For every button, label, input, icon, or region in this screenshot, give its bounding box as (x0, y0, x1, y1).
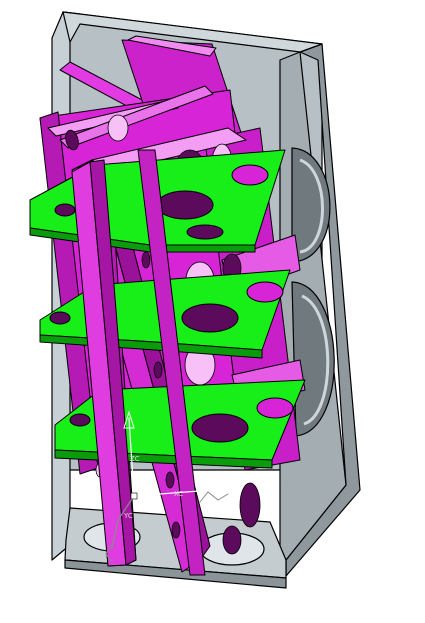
model-view[interactable] (0, 0, 425, 623)
hole (141, 251, 151, 269)
tray-3-hole (256, 397, 294, 419)
tray-2-hole (181, 303, 239, 333)
hole (165, 471, 175, 489)
triad-x-label: XC (174, 490, 184, 498)
tray-2-hole (246, 281, 284, 303)
tray-3-hole (191, 413, 249, 443)
tray-1-hole (156, 190, 214, 220)
hole (222, 525, 242, 555)
tray-3-hole (69, 413, 91, 427)
triad-y-label: YC (124, 512, 133, 520)
tray-1-hole (231, 164, 269, 186)
hole (107, 114, 129, 142)
hole (239, 482, 261, 528)
hole (171, 521, 181, 539)
hole (153, 361, 163, 379)
triad-z-label: ZC (130, 455, 140, 463)
tray-1-hole (186, 224, 224, 240)
tray-1-hole (54, 203, 76, 217)
triad-origin (130, 492, 138, 500)
graphics-viewport[interactable]: ZC XC YC (0, 0, 425, 623)
tray-2-hole (49, 311, 71, 325)
